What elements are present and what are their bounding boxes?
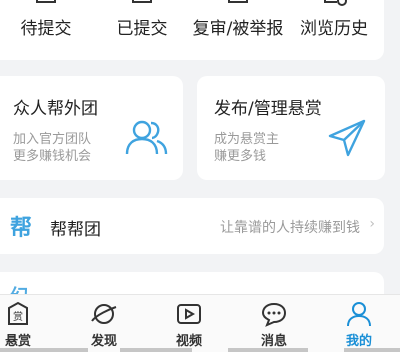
nav-label: 发现 bbox=[90, 334, 117, 349]
home-indicator bbox=[0, 348, 400, 352]
history-icon bbox=[324, 0, 347, 6]
help-team-logo-icon: 帮 bbox=[10, 216, 33, 241]
tab-browse-history[interactable]: 浏览历史 bbox=[288, 0, 380, 60]
nav-label: 消息 bbox=[260, 334, 287, 349]
review-icon bbox=[228, 0, 248, 3]
tab-label: 浏览历史 bbox=[300, 19, 368, 39]
planet-icon bbox=[91, 304, 117, 324]
row-title: 帮帮团 bbox=[50, 220, 101, 240]
nav-discover[interactable]: 发现 bbox=[64, 295, 144, 352]
users-icon bbox=[125, 120, 168, 155]
nav-bounty[interactable]: 赏 悬赏 bbox=[0, 295, 58, 352]
paper-plane-icon bbox=[328, 119, 366, 157]
tab-submitted[interactable]: 已提交 bbox=[96, 0, 188, 60]
tab-review-reported[interactable]: 复审/被举报 bbox=[192, 0, 284, 60]
chat-icon bbox=[261, 302, 287, 327]
video-icon bbox=[177, 304, 201, 324]
card-title: 众人帮外团 bbox=[13, 99, 98, 119]
nav-messages[interactable]: 消息 bbox=[234, 295, 314, 352]
card-title: 发布/管理悬赏 bbox=[214, 99, 322, 119]
card-subtitle: 赚更多钱 bbox=[214, 149, 267, 164]
tab-label: 待提交 bbox=[20, 19, 72, 39]
tab-label: 复审/被举报 bbox=[192, 19, 284, 39]
nav-label: 视频 bbox=[175, 334, 202, 349]
edit-doc-icon bbox=[36, 0, 56, 3]
help-team-row[interactable]: 帮 帮帮团 让靠谱的人持续赚到钱 › bbox=[0, 198, 384, 254]
profile-icon bbox=[347, 302, 371, 327]
bottom-navigation: 赏 悬赏 发现 视频 消息 我的 bbox=[0, 294, 400, 352]
nav-video[interactable]: 视频 bbox=[149, 295, 229, 352]
row-description: 让靠谱的人持续赚到钱 bbox=[220, 220, 360, 236]
manage-bounty-card[interactable]: 发布/管理悬赏 成为悬赏主 赚更多钱 bbox=[197, 76, 385, 180]
check-doc-icon bbox=[132, 0, 152, 3]
card-subtitle: 更多赚钱机会 bbox=[13, 149, 92, 164]
chevron-right-icon: › bbox=[369, 216, 375, 232]
tab-label: 已提交 bbox=[116, 19, 168, 39]
nav-label: 我的 bbox=[345, 334, 372, 349]
join-team-card[interactable]: 众人帮外团 加入官方团队 更多赚钱机会 bbox=[0, 76, 183, 180]
nav-profile[interactable]: 我的 bbox=[319, 295, 399, 352]
svg-text:赏: 赏 bbox=[13, 311, 23, 323]
card-subtitle: 加入官方团队 bbox=[13, 132, 92, 147]
card-subtitle: 成为悬赏主 bbox=[214, 132, 280, 147]
nav-label: 悬赏 bbox=[4, 334, 31, 349]
order-tabs-card: 待提交 已提交 复审/被举报 浏览历史 bbox=[0, 0, 384, 60]
bounty-icon: 赏 bbox=[8, 301, 28, 325]
tab-pending-submit[interactable]: 待提交 bbox=[0, 0, 92, 60]
